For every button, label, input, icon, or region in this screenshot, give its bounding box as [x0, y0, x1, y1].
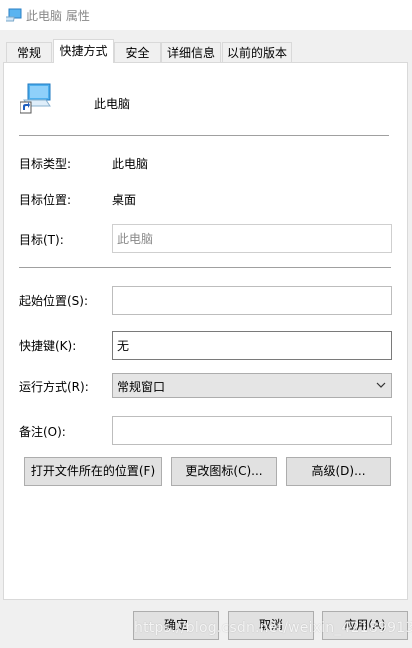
chevron-down-icon [376, 382, 386, 388]
target-label: 目标(T): [19, 233, 64, 247]
tab-details[interactable]: 详细信息 [161, 42, 221, 62]
tab-shortcut[interactable]: 快捷方式 [53, 39, 114, 63]
window-title: 此电脑 属性 [26, 9, 90, 23]
target-field[interactable]: 此电脑 [112, 224, 392, 253]
shortcut-name: 此电脑 [94, 97, 131, 111]
tab-previous-versions[interactable]: 以前的版本 [222, 42, 292, 62]
computer-shortcut-icon [20, 83, 51, 114]
hotkey-label: 快捷键(K): [19, 339, 77, 353]
start-in-label: 起始位置(S): [19, 294, 89, 308]
open-file-location-button[interactable]: 打开文件所在的位置(F) [24, 457, 162, 486]
target-location-value: 桌面 [112, 193, 137, 207]
comment-field[interactable] [112, 416, 392, 445]
run-select-value: 常规窗口 [117, 380, 166, 394]
run-select[interactable]: 常规窗口 [112, 373, 392, 398]
watermark-text: https://blog.csdn.net/weixin_42189913 [134, 620, 412, 636]
tab-security[interactable]: 安全 [114, 42, 161, 62]
divider-top [19, 135, 389, 136]
start-in-field[interactable] [112, 286, 392, 315]
advanced-button[interactable]: 高级(D)... [286, 457, 391, 486]
computer-icon [6, 8, 22, 22]
target-type-value: 此电脑 [112, 157, 149, 171]
title-bar: 此电脑 属性 [0, 0, 412, 30]
hotkey-field[interactable]: 无 [112, 331, 392, 360]
comment-label: 备注(O): [19, 425, 66, 439]
target-type-label: 目标类型: [19, 157, 72, 171]
change-icon-button[interactable]: 更改图标(C)... [171, 457, 277, 486]
tab-general[interactable]: 常规 [6, 42, 52, 62]
run-label: 运行方式(R): [19, 380, 89, 394]
target-location-label: 目标位置: [19, 193, 72, 207]
divider-middle [19, 267, 391, 268]
